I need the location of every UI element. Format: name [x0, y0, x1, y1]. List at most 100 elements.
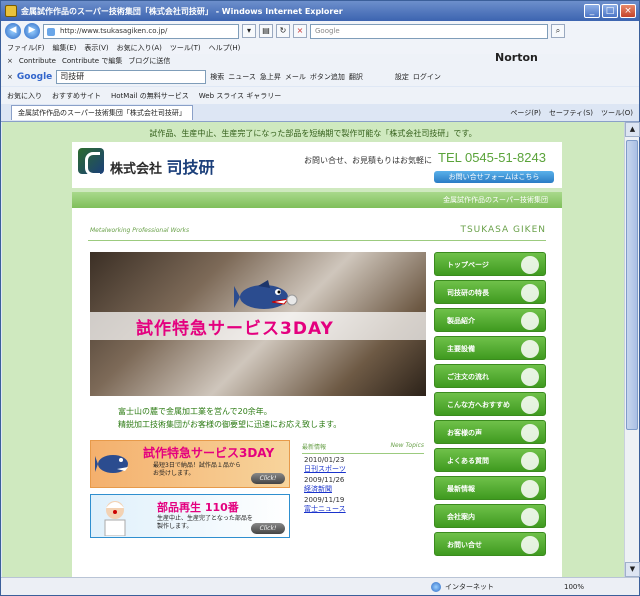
contribute-button[interactable]: Contribute	[19, 57, 56, 65]
nav-voice[interactable]: お客様の声	[434, 420, 546, 444]
status-bar: インターネット 100%	[1, 577, 639, 595]
tab-bar: 金属試作作品のスーパー技術集団「株式会社司技研」 ページ(P) セーフティ(S)…	[1, 104, 639, 122]
search-icon[interactable]: ⌕	[551, 24, 565, 38]
google-mail-button[interactable]: メール	[285, 72, 306, 82]
google-search-input[interactable]: 司技研	[56, 69, 207, 84]
company-name[interactable]: 株式会社 司技研	[110, 154, 215, 178]
search-input[interactable]: Google	[310, 23, 548, 39]
divider	[88, 240, 546, 241]
company-main-name: 司技研	[166, 158, 215, 177]
nav-faq[interactable]: よくある質問	[434, 448, 546, 472]
favorites-button[interactable]: お気に入り	[7, 91, 42, 101]
sub-heading-right: TSUKASA GIKEN	[460, 225, 546, 235]
maximize-button[interactable]: □	[602, 4, 618, 18]
scroll-thumb[interactable]	[626, 140, 638, 430]
nav-order-flow[interactable]: ご注文の流れ	[434, 364, 546, 388]
google-search-button[interactable]: 検索	[210, 72, 224, 82]
norton-logo[interactable]: Norton	[495, 51, 538, 64]
menu-file[interactable]: ファイル(F)	[7, 43, 45, 53]
menu-view[interactable]: 表示(V)	[84, 43, 108, 53]
speech-bubble-icon	[521, 424, 539, 442]
promo-3day-banner[interactable]: 試作特急サービス3DAY 最短3日で納品！試作品１品から お受けします。 Cli…	[90, 440, 290, 488]
scroll-down-icon[interactable]: ▼	[625, 562, 640, 577]
nav-label: お問い合せ	[447, 541, 482, 549]
nav-news[interactable]: 最新情報	[434, 476, 546, 500]
menu-tools[interactable]: ツール(T)	[170, 43, 201, 53]
google-toolbar: × Google 司技研 検索 ニュース 急上昇 メール ボタン追加 翻訳 設定…	[1, 67, 639, 86]
back-icon[interactable]: ◀	[5, 23, 21, 39]
google-login-button[interactable]: ログイン	[413, 72, 441, 82]
contact-text: お問い合せ、お見積もりはお気軽に	[304, 156, 432, 165]
nav-company[interactable]: 会社案内	[434, 504, 546, 528]
refresh-icon[interactable]: ↻	[276, 24, 290, 38]
nav-contact[interactable]: お問い合せ	[434, 532, 546, 556]
promo-110-desc: 生産中止、生産完了となった部品を 製作します。	[157, 515, 253, 531]
dropdown-icon[interactable]: ▾	[242, 24, 256, 38]
google-settings-button[interactable]: 設定	[395, 72, 409, 82]
nav-label: 主要設備	[447, 345, 475, 353]
tab-active[interactable]: 金属試作作品のスーパー技術集団「株式会社司技研」	[11, 105, 193, 120]
hotmail-link[interactable]: HotMail の無料サービス	[111, 91, 189, 101]
google-trend-button[interactable]: 急上昇	[260, 72, 281, 82]
google-translate-button[interactable]: 翻訳	[349, 72, 363, 82]
promo-3day-click-button[interactable]: Click!	[251, 473, 285, 484]
window-title: 金属試作作品のスーパー技術集団「株式会社司技研」 - Windows Inter…	[21, 6, 343, 16]
company-logo[interactable]	[78, 148, 104, 176]
nav-products[interactable]: 製品紹介	[434, 308, 546, 332]
contribute-edit-button[interactable]: Contribute で編集	[62, 56, 122, 66]
menu-help[interactable]: ヘルプ(H)	[209, 43, 241, 53]
company-prefix: 株式会社	[110, 162, 163, 177]
side-nav: トップページ 司技研の特長 製品紹介 主要設備 ご注文の流れ こんな方へおすすめ…	[434, 252, 546, 560]
internet-zone-icon	[431, 581, 441, 592]
main-content: 金属試作作品のスーパー技術集団 Metalworking Professiona…	[72, 192, 562, 577]
news-link[interactable]: 富士ニュース	[304, 505, 346, 513]
shark-icon	[95, 455, 128, 473]
menu-edit[interactable]: 編集(E)	[53, 43, 77, 53]
nav-label: 司技研の特長	[447, 289, 489, 297]
nav-recommend[interactable]: こんな方へおすすめ	[434, 392, 546, 416]
promo-3day-desc-2: お受けします。	[153, 470, 195, 477]
minimize-button[interactable]: _	[584, 4, 600, 18]
web-slice-gallery-link[interactable]: Web スライス ギャラリー	[199, 91, 282, 101]
nav-equipment[interactable]: 主要設備	[434, 336, 546, 360]
news-link[interactable]: 経済新聞	[304, 485, 332, 493]
close-button[interactable]: ×	[620, 4, 636, 18]
news-item: 2010/01/23 日刊スポーツ	[302, 456, 424, 474]
promo-110-banner[interactable]: 部品再生 110番 生産中止、生産完了となった部品を 製作します。 Click!	[90, 494, 290, 538]
contact-form-button[interactable]: お問い合せフォームはこちら	[434, 171, 554, 183]
hero-banner[interactable]: 試作特急サービス3DAY	[90, 252, 426, 396]
news-date: 2010/01/23	[304, 456, 345, 464]
close-icon[interactable]: ×	[7, 73, 13, 81]
catch-bar: 金属試作作品のスーパー技術集団	[72, 192, 562, 208]
nav-label: よくある質問	[447, 457, 489, 465]
vertical-scrollbar[interactable]: ▲ ▼	[624, 122, 640, 577]
nav-top[interactable]: トップページ	[434, 252, 546, 276]
forward-icon[interactable]: ▶	[24, 23, 40, 39]
window-controls: _ □ ×	[584, 4, 636, 18]
page-menu[interactable]: ページ(P)	[510, 108, 541, 118]
promo-110-click-button[interactable]: Click!	[251, 523, 285, 534]
close-icon[interactable]: ×	[7, 57, 13, 65]
tools-menu[interactable]: ツール(O)	[601, 108, 633, 118]
nav-label: 最新情報	[447, 485, 475, 493]
google-news-button[interactable]: ニュース	[228, 72, 256, 82]
news-link[interactable]: 日刊スポーツ	[304, 465, 346, 473]
command-bar: ページ(P) セーフティ(S) ツール(O)	[510, 108, 633, 118]
news-date: 2009/11/19	[304, 496, 345, 504]
wrench-icon	[521, 340, 539, 358]
suggested-sites-link[interactable]: おすすめサイト	[52, 91, 101, 101]
post-blog-button[interactable]: ブログに送信	[128, 56, 170, 66]
google-addbutton-button[interactable]: ボタン追加	[310, 72, 345, 82]
nav-features[interactable]: 司技研の特長	[434, 280, 546, 304]
scroll-up-icon[interactable]: ▲	[625, 122, 640, 137]
compat-view-icon[interactable]: ▤	[259, 24, 273, 38]
news-title: 最新情報	[302, 444, 327, 451]
zoom-level[interactable]: 100%	[564, 583, 584, 591]
stop-icon[interactable]: ×	[293, 24, 307, 38]
url-input[interactable]: http://www.tsukasagiken.co.jp/	[43, 23, 239, 39]
news-header: 最新情報 New Topics	[302, 442, 424, 454]
news-section: 最新情報 New Topics 2010/01/23 日刊スポーツ 2009/1…	[302, 442, 424, 538]
menu-favorites[interactable]: お気に入り(A)	[117, 43, 162, 53]
contribute-toolbar: × Contribute Contribute で編集 ブログに送信	[1, 54, 639, 67]
safety-menu[interactable]: セーフティ(S)	[549, 108, 593, 118]
